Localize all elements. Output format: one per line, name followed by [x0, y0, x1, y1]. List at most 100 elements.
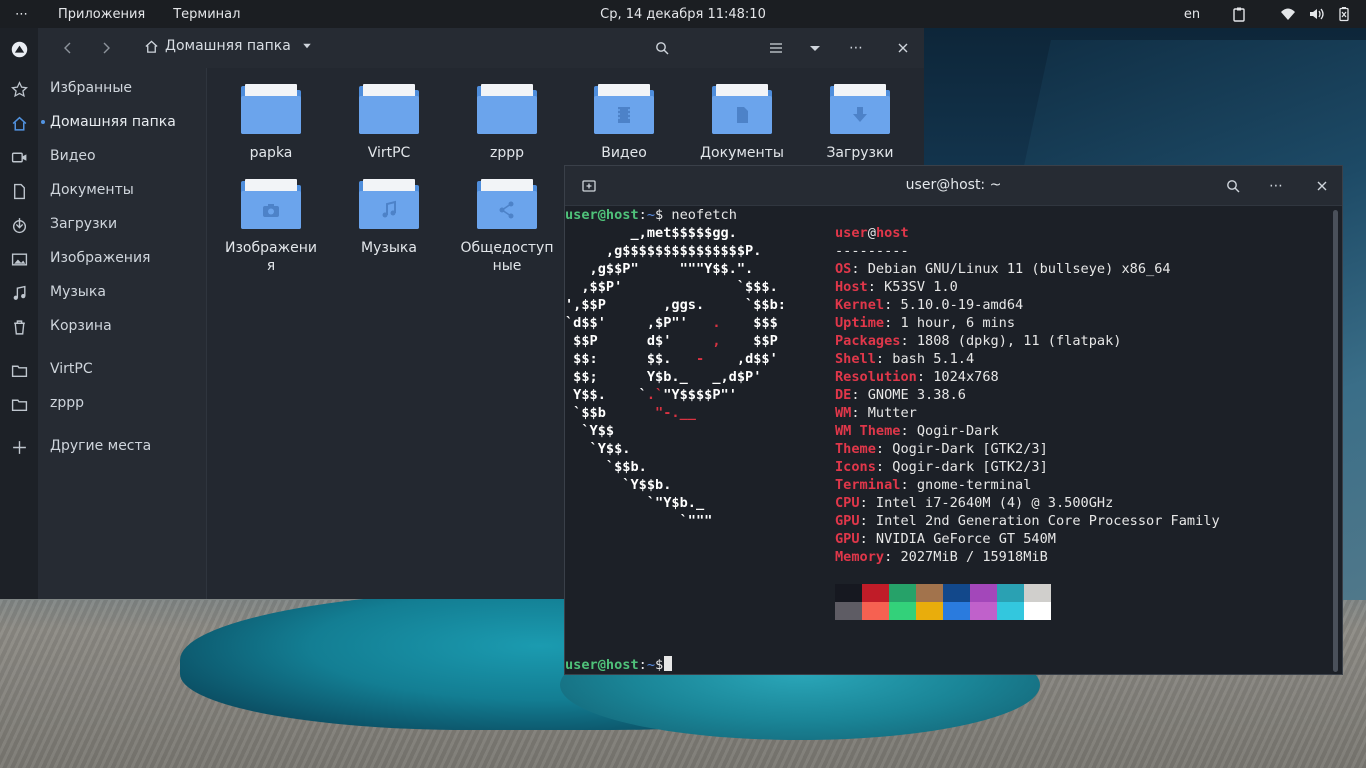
separator: ---------: [835, 243, 909, 259]
distro-logo-icon[interactable]: [8, 38, 30, 60]
logo-line: ,$$P' `$$$.: [565, 279, 778, 295]
sidebar-item-virtpc[interactable]: VirtPC: [50, 361, 93, 381]
close-button[interactable]: [893, 38, 913, 58]
logo-line: `"Y$b._: [565, 495, 705, 511]
forward-button[interactable]: [96, 38, 116, 58]
search-button[interactable]: [1223, 176, 1243, 196]
clock[interactable]: Ср, 14 декабря 11:48:10: [600, 7, 766, 22]
color-swatch: [835, 602, 862, 620]
logo-line: ',$$P ,ggs. `$$b:: [565, 297, 786, 313]
search-button[interactable]: [652, 38, 672, 58]
trash-icon[interactable]: [9, 317, 29, 337]
back-button[interactable]: [58, 38, 78, 58]
logo-line: `Y$$.: [565, 441, 631, 457]
folder-item[interactable]: papka: [213, 68, 329, 162]
headerbar: Домашняя папка ⋯: [38, 28, 924, 68]
activities-icon[interactable]: ⋯: [0, 7, 44, 22]
info-line: WM: Mutter: [835, 405, 917, 421]
applications-menu[interactable]: Приложения: [44, 7, 159, 22]
menu-button[interactable]: ⋯: [846, 38, 866, 58]
logo-line: $$; Y$b._ _,d$P': [565, 369, 762, 385]
folder-item[interactable]: Изображения: [213, 163, 329, 275]
share-icon: [497, 199, 517, 221]
wifi-icon: [1281, 8, 1295, 20]
sidebar-item-other-locations[interactable]: Другие места: [50, 438, 151, 458]
terminal-output[interactable]: user@host:~$ neofetch _,met$$$$$gg. ,g$$…: [565, 206, 1335, 674]
music-icon[interactable]: [9, 283, 29, 303]
folder-icon[interactable]: [9, 360, 29, 380]
sidebar-item-home[interactable]: Домашняя папка: [50, 114, 176, 134]
folder-icon[interactable]: [9, 394, 29, 414]
list-view-button[interactable]: [766, 38, 786, 58]
info-line: GPU: NVIDIA GeForce GT 540M: [835, 531, 1056, 547]
cursor: [664, 656, 673, 671]
info-line: Kernel: 5.10.0-19-amd64: [835, 297, 1024, 313]
info-line: Packages: 1808 (dpkg), 11 (flatpak): [835, 333, 1122, 349]
keyboard-layout[interactable]: en: [1170, 7, 1214, 22]
sidebar-item-music[interactable]: Музыка: [50, 284, 106, 304]
star-icon[interactable]: [9, 79, 29, 99]
color-swatch: [1024, 584, 1051, 602]
folder-item[interactable]: VirtPC: [331, 68, 447, 162]
prompt-line: user@host:~$ neofetch: [565, 207, 737, 223]
video-icon[interactable]: [9, 147, 29, 167]
terminal-headerbar: user@host: ~ ⋯: [565, 166, 1342, 206]
color-swatch: [997, 602, 1024, 620]
image-icon[interactable]: [9, 249, 29, 269]
info-line: DE: GNOME 3.38.6: [835, 387, 966, 403]
folder-icon: [359, 84, 419, 134]
folder-item[interactable]: Общедоступные: [449, 163, 565, 275]
scrollbar[interactable]: [1333, 210, 1338, 672]
logo-line: $$: $$. - ,d$$': [565, 351, 778, 367]
places-sidebar: Избранные Домашняя папка Видео Документы…: [38, 68, 207, 599]
home-icon[interactable]: [9, 113, 29, 133]
color-swatch: [970, 584, 997, 602]
folder-icon: [241, 84, 301, 134]
path-bar[interactable]: Домашняя папка: [144, 38, 313, 54]
info-line: Theme: Qogir-Dark [GTK2/3]: [835, 441, 1048, 457]
view-options-button[interactable]: [805, 38, 825, 58]
color-swatch: [1024, 602, 1051, 620]
clipboard-icon[interactable]: [1214, 6, 1264, 22]
chevron-down-icon: [303, 43, 311, 49]
document-icon[interactable]: [9, 181, 29, 201]
download-icon[interactable]: [9, 215, 29, 235]
film-icon: [614, 104, 634, 126]
pictures-folder-icon: [241, 179, 301, 229]
folder-item[interactable]: Видео: [566, 68, 682, 162]
color-swatch: [970, 602, 997, 620]
active-app-menu[interactable]: Терминал: [159, 7, 254, 22]
sidebar-item-trash[interactable]: Корзина: [50, 318, 112, 338]
system-status-area[interactable]: [1264, 6, 1366, 22]
info-line: Uptime: 1 hour, 6 mins: [835, 315, 1016, 331]
sidebar-item-pictures[interactable]: Изображения: [50, 250, 150, 270]
documents-folder-icon: [712, 84, 772, 134]
sidebar-item-favorites[interactable]: Избранные: [50, 80, 132, 100]
music-note-icon: [379, 199, 399, 221]
sidebar-item-documents[interactable]: Документы: [50, 182, 134, 202]
active-indicator: [41, 120, 45, 124]
color-swatch: [916, 602, 943, 620]
folder-item[interactable]: Загрузки: [802, 68, 918, 162]
logo-line: `""": [565, 513, 713, 529]
document-icon: [732, 104, 752, 126]
info-line: OS: Debian GNU/Linux 11 (bullseye) x86_6…: [835, 261, 1171, 277]
sidebar-item-downloads[interactable]: Загрузки: [50, 216, 117, 236]
info-line: Resolution: 1024x768: [835, 369, 999, 385]
sidebar-item-zppp[interactable]: zppp: [50, 395, 84, 415]
folder-icon: [477, 84, 537, 134]
folder-item[interactable]: Документы: [684, 68, 800, 162]
top-bar: ⋯ Приложения Терминал Ср, 14 декабря 11:…: [0, 0, 1366, 28]
color-swatch: [943, 602, 970, 620]
prompt-line: user@host:~$: [565, 656, 673, 674]
downloads-folder-icon: [830, 84, 890, 134]
close-button[interactable]: [1312, 176, 1332, 196]
folder-item[interactable]: zppp: [449, 68, 565, 162]
sidebar-item-videos[interactable]: Видео: [50, 148, 96, 168]
logo-line: ,g$$$$$$$$$$$$$$$P.: [565, 243, 762, 259]
menu-button[interactable]: ⋯: [1266, 176, 1286, 196]
folder-item[interactable]: Музыка: [331, 163, 447, 257]
logo-line: `d$$' ,$P"' . $$$: [565, 315, 778, 331]
plus-icon[interactable]: [9, 437, 29, 457]
color-swatch: [835, 584, 862, 602]
